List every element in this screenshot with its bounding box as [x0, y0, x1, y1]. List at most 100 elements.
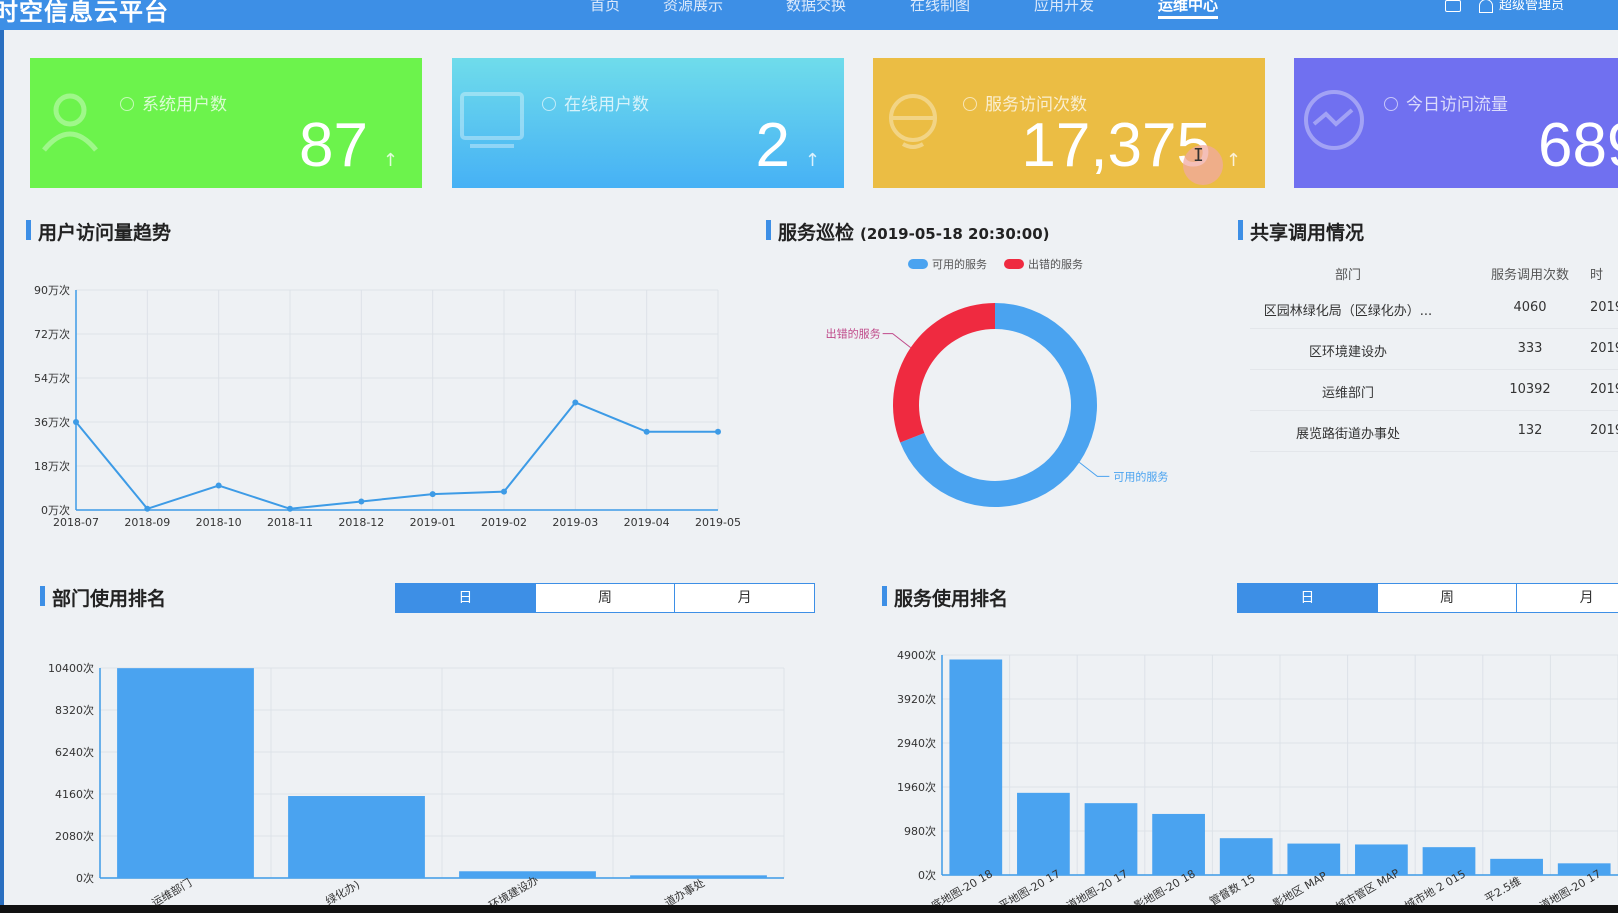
top-bar: 时空信息云平台 首页 资源展示 数据交换 在线制图 应用开发 运维中心 超级管理…	[0, 0, 1618, 30]
y-tick-label: 72万次	[34, 327, 70, 341]
bar	[1557, 863, 1611, 875]
bar	[1287, 843, 1341, 875]
x-tick-label: 平2.5维	[1482, 874, 1523, 905]
table-row[interactable]: 区园林绿化局（区绿化办）... 4060 2019	[1250, 288, 1618, 329]
user-area: 超级管理员	[1445, 0, 1564, 13]
tab-day[interactable]: 日	[396, 584, 535, 612]
table-header: 部门 服务调用次数 时	[1334, 268, 1604, 283]
service-period-tabs: 日 周 月	[1237, 583, 1618, 613]
section-title-trend: 用户访问量趋势	[26, 218, 171, 245]
nav-resources[interactable]: 资源展示	[663, 0, 723, 15]
tab-day[interactable]: 日	[1238, 584, 1377, 612]
bar	[949, 659, 1003, 875]
bottom-edge	[0, 905, 1618, 913]
data-point	[715, 428, 721, 435]
legend-label: 出错的服务	[1028, 257, 1083, 271]
section-title-dept-rank: 部门使用排名	[40, 584, 166, 611]
x-tick-label: 2019-05	[695, 516, 740, 529]
tab-month[interactable]: 月	[674, 584, 814, 612]
user-icon	[1479, 0, 1493, 13]
tab-week[interactable]: 周	[1376, 584, 1517, 612]
stat-card-online-users: 在线用户数 2 ↑	[452, 58, 844, 188]
nav-home[interactable]: 首页	[590, 0, 620, 15]
text-cursor-icon: I	[1193, 145, 1204, 166]
section-title-inspect: 服务巡检 (2019-05-18 20:30:00)	[766, 218, 1050, 245]
data-point	[215, 482, 222, 489]
leader-line	[1079, 461, 1110, 477]
y-tick-label: 2940次	[897, 736, 936, 750]
x-tick-label: 2018-09	[124, 516, 170, 529]
stat-label: 在线用户数	[542, 90, 649, 115]
service-bar-chart: 0次980次1960次2940次3920次4900次底地图-20 18 平地图-2…	[897, 648, 1618, 905]
y-tick-label: 6240次	[55, 745, 94, 759]
section-title-service-rank: 服务使用排名	[882, 584, 1008, 611]
traffic-small-icon	[1384, 97, 1398, 111]
bar	[1490, 858, 1543, 875]
bar	[1152, 813, 1205, 875]
tab-month[interactable]: 月	[1516, 584, 1618, 612]
y-tick-label: 0次	[918, 868, 936, 882]
table-row[interactable]: 区环境建设办 333 2019	[1250, 329, 1618, 370]
bar	[1084, 803, 1138, 875]
bar	[288, 796, 425, 878]
bar	[117, 668, 254, 878]
y-tick-label: 4160次	[55, 787, 94, 801]
x-tick-label: 2018-12	[338, 516, 384, 529]
nav-online-mapping[interactable]: 在线制图	[910, 0, 970, 15]
y-tick-label: 3920次	[897, 692, 936, 706]
y-tick-label: 54万次	[34, 371, 70, 385]
y-tick-label: 8320次	[55, 703, 94, 717]
y-tick-label: 980次	[904, 824, 936, 838]
table-row[interactable]: 运维部门 10392 2019	[1250, 370, 1618, 411]
monitor-small-icon	[542, 97, 556, 111]
data-point	[501, 488, 507, 495]
service-donut-chart: 可用的服务 出错的服务可用的服务出错的服务	[826, 257, 1168, 507]
stat-label: 系统用户数	[120, 90, 227, 115]
x-tick-label: 2019-03	[552, 516, 598, 529]
x-tick-label: 2019-01	[410, 516, 456, 529]
data-point	[572, 399, 579, 406]
data-point	[287, 505, 293, 512]
nav-ops-center[interactable]: 运维中心	[1158, 0, 1219, 19]
y-tick-label: 10400次	[48, 661, 94, 675]
dept-bar-chart: 0次2080次4160次6240次8320次10400次运维部门 绿化办) 环境建设…	[48, 661, 785, 905]
leader-line	[882, 333, 911, 349]
y-tick-label: 36万次	[34, 415, 70, 429]
y-tick-label: 90万次	[34, 283, 70, 297]
data-point	[73, 419, 79, 425]
up-arrow-icon: ↑	[1225, 150, 1241, 171]
user-name[interactable]: 超级管理员	[1499, 0, 1564, 13]
stat-value: 2	[755, 111, 790, 180]
stat-value: 689	[1538, 111, 1618, 180]
x-tick-label: 2018-10	[196, 516, 242, 529]
section-title-share: 共享调用情况	[1238, 218, 1364, 245]
tab-week[interactable]: 周	[534, 584, 675, 612]
nav-app-dev[interactable]: 应用开发	[1034, 0, 1094, 15]
user-icon	[42, 93, 98, 152]
trend-line-chart: 0万次 18万次 36万次 54万次 72万次 90万次 2018-07 2018-09 201…	[34, 283, 740, 529]
headset-icon	[889, 94, 937, 149]
bar	[1355, 844, 1408, 875]
x-tick-label: 绿化办)	[323, 877, 362, 905]
x-tick-label: 2018-11	[267, 516, 313, 529]
y-tick-label: 18万次	[34, 459, 70, 473]
data-point	[643, 428, 650, 435]
x-tick-label: 2018-07	[53, 516, 99, 529]
bar	[1017, 792, 1070, 875]
x-tick-label: 运维部门	[149, 875, 194, 905]
x-tick-label: 2019-04	[624, 516, 670, 529]
table-row[interactable]: 展览路街道办事处 132 2019	[1250, 411, 1618, 452]
data-point	[144, 505, 151, 512]
dept-period-tabs: 日 周 月	[395, 583, 815, 613]
inspect-time: (2019-05-18 20:30:00)	[860, 225, 1050, 243]
message-icon[interactable]	[1445, 0, 1461, 12]
legend-label: 可用的服务	[932, 257, 987, 271]
nav-data-exchange[interactable]: 数据交换	[786, 0, 846, 15]
y-tick-label: 2080次	[55, 829, 94, 843]
y-tick-label: 0万次	[41, 503, 70, 517]
data-point	[358, 498, 365, 505]
monitor-icon	[460, 92, 524, 148]
share-call-table: 部门 服务调用次数 时 区园林绿化局（区绿化办）... 4060 2019 区环…	[1250, 258, 1618, 452]
bar	[1422, 847, 1476, 875]
y-tick-label: 4900次	[897, 648, 936, 662]
